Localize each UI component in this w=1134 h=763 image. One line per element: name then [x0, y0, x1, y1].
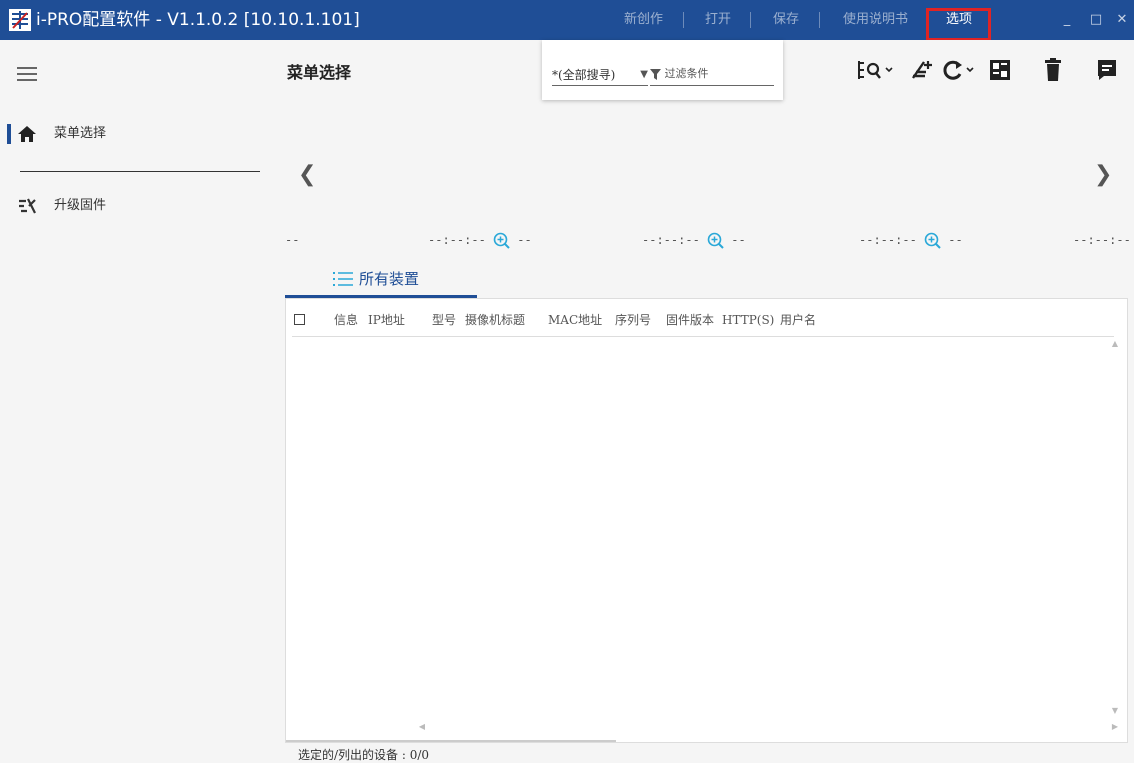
horizontal-scrollbar[interactable] — [286, 740, 616, 742]
timeline-row: -- --:--:-- -- --:--:-- -- --:--:-- -- -… — [270, 230, 1134, 250]
timeline-item: --:--:-- -- — [642, 230, 746, 250]
options-highlight-box — [926, 8, 991, 41]
filter-input[interactable]: 过滤条件 — [650, 64, 774, 86]
zoom-in-icon[interactable] — [493, 232, 510, 249]
timeline-item: --:--:-- -- — [428, 230, 532, 250]
minimize-button[interactable]: _ — [1057, 0, 1077, 40]
timeline-time: --:--:-- — [859, 233, 925, 247]
search-scope-value: *(全部搜寻) — [552, 68, 616, 82]
main-content: 菜单选择 *(全部搜寻) ▼ 过滤条件 ❮ ❯ -- --:--:-- -- -… — [270, 40, 1134, 763]
close-button[interactable]: ✕ — [1112, 0, 1132, 40]
search-scope-select[interactable]: *(全部搜寻) ▼ — [552, 64, 648, 86]
timeline-start: -- — [285, 233, 300, 247]
timeline-tail: -- — [724, 233, 746, 247]
sidebar-item-label: 升级固件 — [54, 198, 107, 213]
upgrade-firmware-icon — [19, 198, 36, 214]
column-header-firmware[interactable]: 固件版本 — [666, 309, 714, 331]
add-device-icon[interactable] — [910, 57, 934, 83]
menu-open[interactable]: 打开 — [705, 0, 731, 40]
filter-icon — [650, 68, 661, 80]
scroll-up-icon[interactable]: ▲ — [1109, 339, 1121, 351]
column-header-model[interactable]: 型号 — [432, 309, 456, 331]
menu-save[interactable]: 保存 — [773, 0, 799, 40]
active-indicator — [7, 124, 11, 144]
menu-separator — [683, 12, 684, 28]
sidebar-item-label: 菜单选择 — [54, 126, 107, 141]
status-count: 0/0 — [409, 748, 430, 762]
column-header-http[interactable]: HTTP(S) — [722, 309, 774, 331]
select-all-checkbox[interactable] — [294, 314, 305, 325]
column-header-camera-title[interactable]: 摄像机标题 — [465, 309, 525, 331]
timeline-item: --:--:-- — [1073, 230, 1134, 250]
filter-placeholder: 过滤条件 — [664, 67, 709, 80]
timeline-time: --:--:-- — [642, 233, 708, 247]
menu-manual[interactable]: 使用说明书 — [843, 0, 908, 40]
chevron-left-icon[interactable]: ❮ — [298, 162, 316, 187]
sidebar-divider — [20, 171, 260, 172]
timeline-time: --:--:-- — [428, 233, 494, 247]
dropdown-arrow-icon: ▼ — [640, 69, 648, 80]
column-header-username[interactable]: 用户名 — [780, 309, 816, 331]
timeline-time: --:--:-- — [1073, 233, 1134, 247]
page-title: 菜单选择 — [287, 63, 352, 82]
list-icon — [333, 272, 353, 286]
scroll-right-icon[interactable]: ▶ — [1109, 722, 1121, 734]
device-config-icon[interactable] — [988, 57, 1012, 83]
tab-label: 所有装置 — [359, 270, 420, 288]
menu-separator — [819, 12, 820, 28]
title-bar: i-PRO配置软件 - V1.1.0.2 [10.10.1.101] 新创作 打… — [0, 0, 1134, 41]
timeline-tail: -- — [941, 233, 963, 247]
menu-separator — [750, 12, 751, 28]
app-logo-icon — [9, 9, 31, 31]
column-header-mac[interactable]: MAC地址 — [548, 309, 602, 331]
maximize-button[interactable]: □ — [1086, 0, 1106, 40]
scroll-left-icon[interactable]: ◀ — [416, 722, 428, 734]
zoom-in-icon[interactable] — [924, 232, 941, 249]
device-table: 信息 IP地址 型号 摄像机标题 MAC地址 序列号 固件版本 HTTP(S) … — [285, 298, 1128, 743]
chevron-right-icon[interactable]: ❯ — [1094, 162, 1112, 187]
status-label: 选定的/列出的设备 : — [298, 748, 410, 762]
sidebar-item-upgrade-firmware[interactable]: 升级固件 — [0, 193, 270, 219]
home-icon — [18, 126, 36, 142]
refresh-icon[interactable] — [942, 57, 980, 83]
table-header: 信息 IP地址 型号 摄像机标题 MAC地址 序列号 固件版本 HTTP(S) … — [292, 309, 1114, 337]
delete-icon[interactable] — [1043, 57, 1063, 83]
column-header-ip[interactable]: IP地址 — [368, 309, 405, 331]
status-bar: 选定的/列出的设备 : 0/0 — [298, 747, 429, 763]
menu-new[interactable]: 新创作 — [624, 0, 663, 40]
scroll-down-icon[interactable]: ▼ — [1109, 706, 1121, 718]
hamburger-menu-icon[interactable] — [17, 67, 37, 81]
sidebar: 菜单选择 升级固件 — [0, 40, 270, 763]
column-header-serial[interactable]: 序列号 — [615, 309, 651, 331]
sidebar-item-menu-select[interactable]: 菜单选择 — [0, 121, 270, 147]
zoom-in-icon[interactable] — [707, 232, 724, 249]
search-panel: *(全部搜寻) ▼ 过滤条件 — [542, 40, 783, 100]
search-list-icon[interactable] — [857, 57, 897, 83]
timeline-tail: -- — [510, 233, 532, 247]
column-header-info[interactable]: 信息 — [334, 309, 358, 331]
message-icon[interactable] — [1096, 57, 1118, 83]
window-title: i-PRO配置软件 - V1.1.0.2 [10.10.1.101] — [36, 10, 360, 30]
timeline-item: --:--:-- -- — [859, 230, 963, 250]
tab-all-devices[interactable]: 所有装置 — [285, 262, 477, 298]
